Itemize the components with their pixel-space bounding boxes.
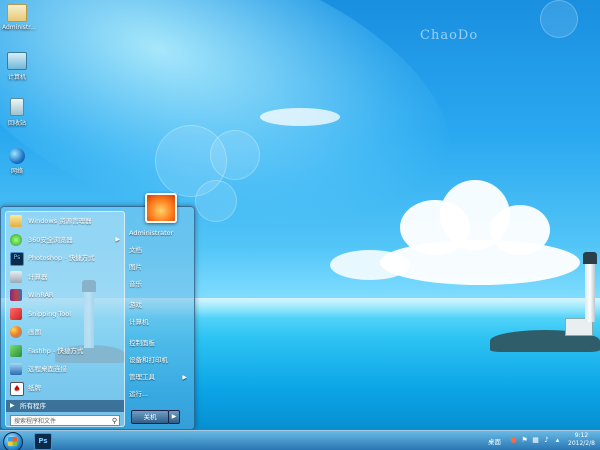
- program-item-snipping-tool[interactable]: Snipping Tool: [6, 305, 124, 324]
- bubble-decoration: [540, 0, 578, 38]
- bubble-decoration: [195, 180, 237, 222]
- explorer-icon: [10, 215, 22, 227]
- recycle-bin-icon: [10, 98, 24, 116]
- all-programs-label: 所有程序: [20, 402, 46, 410]
- shutdown-options-button[interactable]: ▶: [168, 410, 180, 424]
- program-label: Windows 资源管理器: [28, 217, 92, 225]
- places-item-run[interactable]: 运行...: [127, 386, 191, 403]
- tray-input-method-icon[interactable]: ●: [510, 436, 517, 444]
- program-label: 远程桌面连接: [28, 365, 67, 373]
- photoshop-icon: Ps: [10, 252, 24, 266]
- tray-volume-icon[interactable]: ♪: [543, 436, 550, 444]
- clock-date: 2012/2/8: [568, 440, 595, 447]
- tray-desktop-toolbar[interactable]: 桌面: [488, 436, 501, 446]
- triangle-right-icon: ▶: [10, 402, 15, 409]
- folder-icon: [7, 4, 27, 22]
- program-item-calculator[interactable]: 计算器: [6, 268, 124, 287]
- program-item-remote-desktop[interactable]: 远程桌面连接: [6, 360, 124, 379]
- places-item-user[interactable]: Administrator: [127, 225, 191, 242]
- desktop-icon-computer[interactable]: 计算机: [2, 52, 32, 81]
- program-label: 纸牌: [28, 383, 41, 392]
- tray-show-hidden-icon[interactable]: ▴: [554, 436, 561, 444]
- clock-time: 9:12: [574, 432, 589, 439]
- cloud-decoration: [380, 240, 580, 285]
- program-item-photoshop[interactable]: Ps Photoshop - 快捷方式: [6, 249, 124, 268]
- start-menu-programs-pane: Windows 资源管理器 360安全浏览器 ▶ Ps Photoshop - …: [5, 211, 125, 427]
- places-item-games[interactable]: 游戏: [127, 297, 191, 314]
- program-item-winrar[interactable]: WinRAR: [6, 286, 124, 305]
- shortcut-icon: [10, 344, 22, 357]
- calculator-icon: [10, 270, 22, 283]
- all-programs-button[interactable]: ▶ 所有程序: [6, 400, 124, 412]
- taskbar-clock[interactable]: 9:12 2012/2/8: [568, 432, 595, 448]
- submenu-arrow-icon: ▶: [115, 235, 120, 243]
- lighthouse-decoration: [585, 262, 595, 322]
- program-label: 360安全浏览器: [28, 235, 73, 244]
- places-item-computer[interactable]: 计算机: [127, 314, 191, 331]
- desktop-icon-label: 回收站: [7, 120, 26, 127]
- windows-logo-icon: [8, 437, 17, 446]
- solitaire-icon: ♠: [10, 381, 24, 396]
- network-icon: [9, 148, 25, 164]
- remote-desktop-icon: [10, 363, 22, 375]
- program-item-360-browser[interactable]: 360安全浏览器 ▶: [6, 231, 124, 250]
- program-label: Snipping Tool: [28, 309, 72, 318]
- taskbar: Ps 桌面 ● ⚑ ▦ ♪ ▴ 9:12 2012/2/8: [0, 430, 600, 450]
- submenu-arrow-icon: ▶: [182, 374, 187, 381]
- program-label: Photoshop - 快捷方式: [28, 254, 95, 262]
- winrar-icon: [10, 289, 22, 301]
- lighthouse-lamp-decoration: [583, 252, 597, 264]
- program-label: 计算器: [28, 272, 48, 281]
- program-item-paint[interactable]: 画图: [6, 323, 124, 342]
- cloud-decoration: [330, 250, 410, 280]
- start-menu-places-pane: Administrator 文档 图片 音乐 游戏 计算机 控制面板 设备和打印…: [127, 225, 191, 410]
- program-item-explorer[interactable]: Windows 资源管理器: [6, 212, 124, 231]
- desktop-icon-network[interactable]: 网络: [2, 148, 32, 175]
- places-item-control-panel[interactable]: 控制面板: [127, 335, 191, 352]
- cloud-decoration: [260, 108, 340, 126]
- desktop-icon-label: Administr...: [2, 24, 36, 31]
- bubble-decoration: [210, 130, 260, 180]
- start-search-input[interactable]: 搜索程序和文件 ⚲: [10, 415, 120, 426]
- start-menu: Windows 资源管理器 360安全浏览器 ▶ Ps Photoshop - …: [0, 206, 195, 430]
- program-label: Fashhp - 快捷方式: [28, 346, 84, 355]
- browser-icon: [10, 233, 22, 246]
- places-item-music[interactable]: 音乐: [127, 276, 191, 293]
- desktop: ChaoDo Administr... 计算机 回收站 网络 Windows 资…: [0, 0, 600, 450]
- desktop-icon-recycle-bin[interactable]: 回收站: [2, 98, 32, 127]
- places-item-documents[interactable]: 文档: [127, 242, 191, 259]
- user-avatar[interactable]: [145, 193, 177, 223]
- search-icon: ⚲: [111, 417, 117, 425]
- desktop-icon-label: 计算机: [7, 74, 26, 81]
- program-item-fashhp[interactable]: Fashhp - 快捷方式: [6, 342, 124, 361]
- computer-icon: [7, 52, 27, 70]
- program-label: 画图: [28, 328, 41, 336]
- places-item-admin-tools[interactable]: 管理工具 ▶: [127, 369, 191, 386]
- desktop-brand-text: ChaoDo: [420, 28, 479, 43]
- taskbar-pinned-photoshop[interactable]: Ps: [34, 433, 52, 450]
- paint-icon: [10, 326, 22, 338]
- desktop-icon-label: 网络: [10, 168, 23, 175]
- places-item-pictures[interactable]: 图片: [127, 259, 191, 276]
- places-item-devices-printers[interactable]: 设备和打印机: [127, 352, 191, 369]
- tray-network-icon[interactable]: ▦: [532, 436, 539, 444]
- search-placeholder: 搜索程序和文件: [14, 418, 57, 425]
- program-label: WinRAR: [28, 291, 54, 299]
- tray-flag-icon[interactable]: ⚑: [521, 436, 528, 444]
- places-item-label: 管理工具: [129, 373, 155, 381]
- desktop-icon-admin-folder[interactable]: Administr...: [2, 4, 36, 31]
- shutdown-button[interactable]: 关机: [131, 410, 169, 424]
- start-button[interactable]: [3, 432, 23, 450]
- snipping-tool-icon: [10, 307, 22, 320]
- program-item-solitaire[interactable]: ♠ 纸牌: [6, 379, 124, 398]
